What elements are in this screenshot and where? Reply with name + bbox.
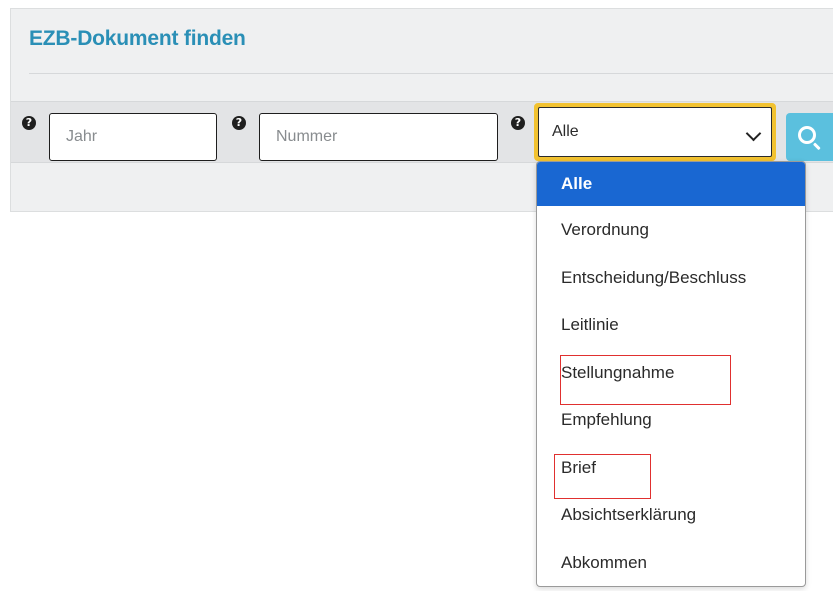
number-placeholder: Nummer bbox=[276, 128, 338, 145]
number-input[interactable]: Nummer bbox=[259, 113, 498, 161]
year-placeholder: Jahr bbox=[66, 128, 98, 145]
select-value-box[interactable]: Alle bbox=[538, 107, 772, 157]
highlight-box-stellungnahme bbox=[560, 355, 731, 405]
dropdown-option-abkommen[interactable]: Abkommen bbox=[537, 539, 805, 587]
title-divider bbox=[29, 73, 833, 74]
chevron-down-icon bbox=[745, 125, 762, 142]
year-input[interactable]: Jahr bbox=[49, 113, 217, 161]
highlight-box-brief bbox=[554, 454, 651, 499]
panel-title: EZB-Dokument finden bbox=[29, 27, 246, 50]
search-button[interactable] bbox=[786, 113, 833, 161]
question-circle-icon[interactable]: ? bbox=[22, 116, 36, 130]
search-icon bbox=[798, 126, 816, 144]
dropdown-option-alle[interactable]: Alle bbox=[537, 162, 805, 206]
search-form-row: ? Jahr ? Nummer ? Alle bbox=[11, 101, 833, 163]
question-circle-icon[interactable]: ? bbox=[232, 116, 246, 130]
question-circle-icon[interactable]: ? bbox=[511, 116, 525, 130]
dropdown-option-verordnung[interactable]: Verordnung bbox=[537, 206, 805, 254]
document-type-select[interactable]: Alle bbox=[534, 103, 776, 161]
dropdown-option-entscheidung-beschluss[interactable]: Entscheidung/Beschluss bbox=[537, 254, 805, 302]
select-current-value: Alle bbox=[552, 123, 579, 140]
dropdown-option-leitlinie[interactable]: Leitlinie bbox=[537, 301, 805, 349]
